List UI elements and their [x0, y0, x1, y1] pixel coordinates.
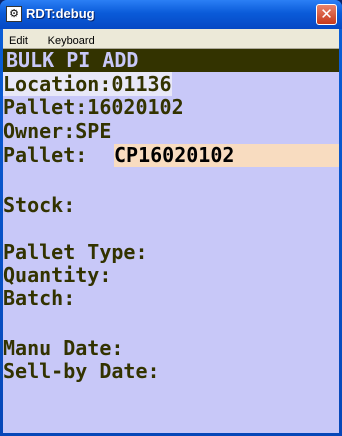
owner-line: Owner:SPE — [3, 119, 112, 143]
quantity-label: Quantity: — [3, 263, 112, 287]
window-title: RDT:debug — [26, 6, 95, 21]
close-button[interactable]: ✕ — [316, 4, 337, 25]
manu-date-label: Manu Date: — [3, 336, 124, 360]
location-line: Location:01136 — [3, 72, 172, 96]
pallet-input-label: Pallet: — [3, 143, 88, 167]
pallet-line: Pallet:16020102 — [3, 95, 184, 119]
pallet-input[interactable]: CP16020102 — [114, 144, 339, 167]
app-icon: ⚙ — [6, 6, 22, 22]
stock-label: Stock: — [3, 193, 76, 217]
location-text: Location:01136 — [3, 72, 172, 96]
title-bar[interactable]: ⚙ RDT:debug ✕ — [0, 0, 342, 29]
screen-title: BULK PI ADD — [6, 48, 139, 72]
menu-bar: Edit Keyboard — [3, 29, 339, 48]
terminal-screen: BULK PI ADD Location:01136 Pallet:160201… — [3, 48, 339, 433]
sell-by-date-label: Sell-by Date: — [3, 359, 160, 383]
app-window: ⚙ RDT:debug ✕ Edit Keyboard BULK PI ADD … — [0, 0, 342, 436]
header-bar: BULK PI ADD — [3, 49, 339, 72]
batch-label: Batch: — [3, 286, 76, 310]
pallet-type-label: Pallet Type: — [3, 240, 148, 264]
window-frame: Edit Keyboard BULK PI ADD Location:01136… — [3, 29, 339, 433]
